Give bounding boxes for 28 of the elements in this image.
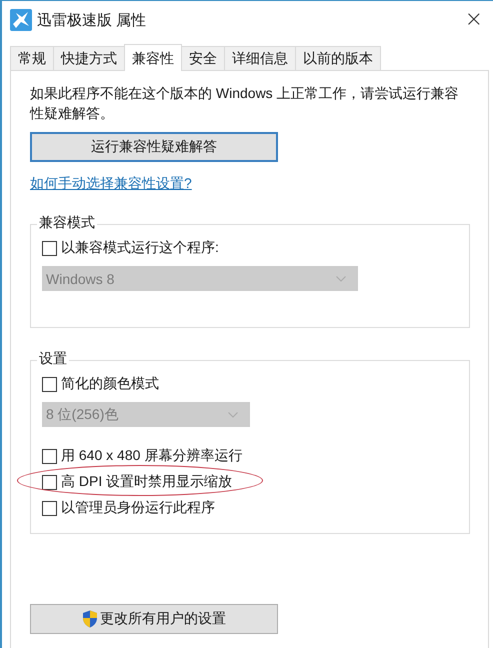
group-title: 设置	[37, 350, 69, 368]
group-title: 兼容模式	[37, 214, 97, 232]
tab[interactable]: 兼容性	[124, 44, 182, 71]
close-button[interactable]: ×	[460, 9, 487, 31]
tab[interactable]: 以前的版本	[295, 46, 381, 70]
shield-icon	[82, 610, 98, 628]
checkbox-label: 简化的颜色模式	[61, 375, 159, 393]
checkbox-label: 以兼容模式运行这个程序:	[61, 239, 219, 257]
tab[interactable]: 安全	[181, 46, 225, 70]
app-icon	[10, 9, 32, 31]
checkbox-label: 高 DPI 设置时禁用显示缩放	[61, 473, 232, 491]
troubleshoot-button[interactable]: 运行兼容性疑难解答	[30, 132, 278, 162]
description-text: 如果此程序不能在这个版本的 Windows 上正常工作，请尝试运行兼容性疑难解答。	[30, 84, 460, 123]
all-users-button[interactable]: 更改所有用户的设置	[30, 604, 278, 634]
checkbox[interactable]	[42, 474, 57, 490]
checkbox[interactable]	[42, 240, 57, 256]
checkbox[interactable]	[42, 500, 57, 516]
tab[interactable]: 快捷方式	[53, 46, 125, 70]
checkbox-label: 用 640 x 480 屏幕分辨率运行	[61, 447, 242, 465]
tab[interactable]: 详细信息	[224, 46, 296, 70]
chevron-icon	[228, 412, 238, 418]
checkbox[interactable]	[42, 376, 57, 392]
checkbox[interactable]	[42, 448, 57, 464]
checkbox-label: 以管理员身份运行此程序	[61, 499, 215, 517]
chevron-icon	[336, 276, 346, 282]
window-title: 迅雷极速版 属性	[37, 10, 148, 30]
help-link[interactable]: 如何手动选择兼容性设置?	[30, 175, 192, 193]
tab[interactable]: 常规	[10, 46, 54, 70]
